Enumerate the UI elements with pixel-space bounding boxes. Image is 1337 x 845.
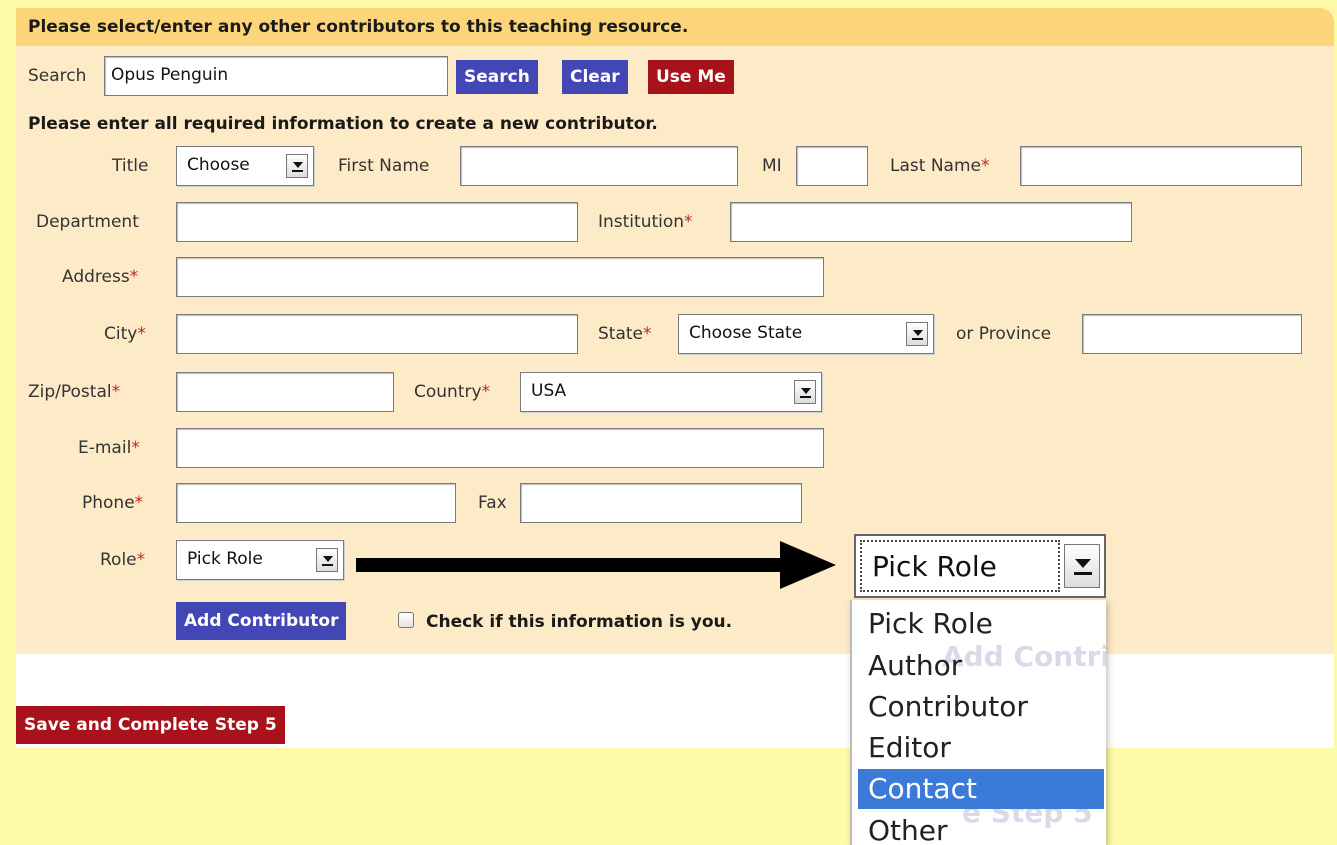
required-marker: * — [137, 324, 146, 344]
role-option-other[interactable]: Other — [858, 811, 1104, 845]
chevron-down-icon — [906, 322, 928, 346]
institution-label: Institution* — [598, 212, 693, 232]
last-name-field[interactable] — [1020, 146, 1302, 186]
required-marker: * — [111, 382, 121, 402]
panel-title: Please select/enter any other contributo… — [28, 17, 689, 37]
is-you-label: Check if this information is you. — [426, 612, 733, 632]
fax-field[interactable] — [520, 483, 802, 523]
first-name-label: First Name — [338, 156, 430, 176]
first-name-field[interactable] — [460, 146, 738, 186]
role-option-pick-role[interactable]: Pick Role — [858, 604, 1104, 644]
annotation-arrow-head — [780, 541, 836, 589]
title-select-value: Choose — [187, 155, 250, 175]
city-label-text: City — [104, 324, 138, 344]
required-marker: * — [481, 382, 491, 402]
city-label: City* — [104, 324, 146, 344]
institution-field[interactable] — [730, 202, 1132, 242]
address-field[interactable] — [176, 257, 824, 297]
title-label: Title — [112, 156, 149, 176]
address-label-text: Address — [62, 267, 130, 287]
last-name-label-text: Last Name — [890, 156, 981, 176]
required-marker: * — [980, 156, 990, 176]
zip-label-text: Zip/Postal — [28, 382, 112, 402]
zip-field[interactable] — [176, 372, 394, 412]
institution-label-text: Institution — [598, 212, 685, 232]
role-select[interactable]: Pick Role — [176, 540, 344, 580]
country-label-text: Country — [414, 382, 482, 402]
role-label-text: Role — [100, 550, 137, 570]
zip-label: Zip/Postal* — [28, 382, 120, 402]
annotation-arrow-shaft — [356, 558, 786, 572]
chevron-down-icon — [286, 154, 308, 178]
search-label: Search — [28, 66, 87, 86]
save-complete-step-button[interactable]: Save and Complete Step 5 — [16, 706, 285, 744]
role-select-zoomed[interactable]: Pick Role — [854, 534, 1106, 598]
required-marker: * — [134, 493, 144, 513]
department-field[interactable] — [176, 202, 578, 242]
required-marker: * — [136, 550, 146, 570]
department-label: Department — [36, 212, 139, 232]
chevron-down-icon — [794, 380, 816, 404]
email-label: E-mail* — [78, 438, 140, 458]
country-select-value: USA — [531, 381, 567, 401]
state-label: State* — [598, 324, 652, 344]
search-input[interactable]: Opus Penguin — [104, 56, 448, 96]
country-select[interactable]: USA — [520, 372, 822, 412]
role-select-value: Pick Role — [187, 549, 263, 569]
instructions-text: Please enter all required information to… — [28, 114, 658, 134]
required-marker: * — [684, 212, 693, 232]
role-option-editor[interactable]: Editor — [858, 728, 1104, 768]
required-marker: * — [131, 438, 140, 458]
phone-label: Phone* — [82, 493, 143, 513]
province-label: or Province — [956, 324, 1052, 344]
phone-label-text: Phone — [82, 493, 135, 513]
city-field[interactable] — [176, 314, 578, 354]
role-option-contributor[interactable]: Contributor — [858, 687, 1104, 727]
required-marker: * — [129, 267, 139, 287]
is-you-checkbox[interactable] — [398, 612, 414, 628]
role-dropdown-list: Add Contribut e Step 5 Pick Role Author … — [850, 600, 1106, 845]
fax-label: Fax — [478, 493, 507, 513]
role-label: Role* — [100, 550, 145, 570]
province-field[interactable] — [1082, 314, 1302, 354]
email-field[interactable] — [176, 428, 824, 468]
state-select-value: Choose State — [689, 323, 803, 343]
state-label-text: State — [598, 324, 643, 344]
search-button[interactable]: Search — [456, 60, 538, 94]
email-label-text: E-mail — [78, 438, 132, 458]
mi-label: MI — [762, 156, 782, 176]
role-option-contact[interactable]: Contact — [858, 769, 1104, 809]
chevron-down-icon — [1064, 544, 1100, 588]
clear-button[interactable]: Clear — [562, 60, 628, 94]
address-label: Address* — [62, 267, 138, 287]
chevron-down-icon — [316, 548, 338, 572]
title-select[interactable]: Choose — [176, 146, 314, 186]
state-select[interactable]: Choose State — [678, 314, 934, 354]
last-name-label: Last Name* — [890, 156, 989, 176]
required-marker: * — [643, 324, 652, 344]
add-contributor-button[interactable]: Add Contributor — [176, 602, 347, 640]
role-select-zoomed-value: Pick Role — [872, 550, 997, 583]
role-option-author[interactable]: Author — [858, 646, 1104, 686]
phone-field[interactable] — [176, 483, 456, 523]
country-label: Country* — [414, 382, 490, 402]
mi-field[interactable] — [796, 146, 868, 186]
use-me-button[interactable]: Use Me — [648, 60, 734, 94]
